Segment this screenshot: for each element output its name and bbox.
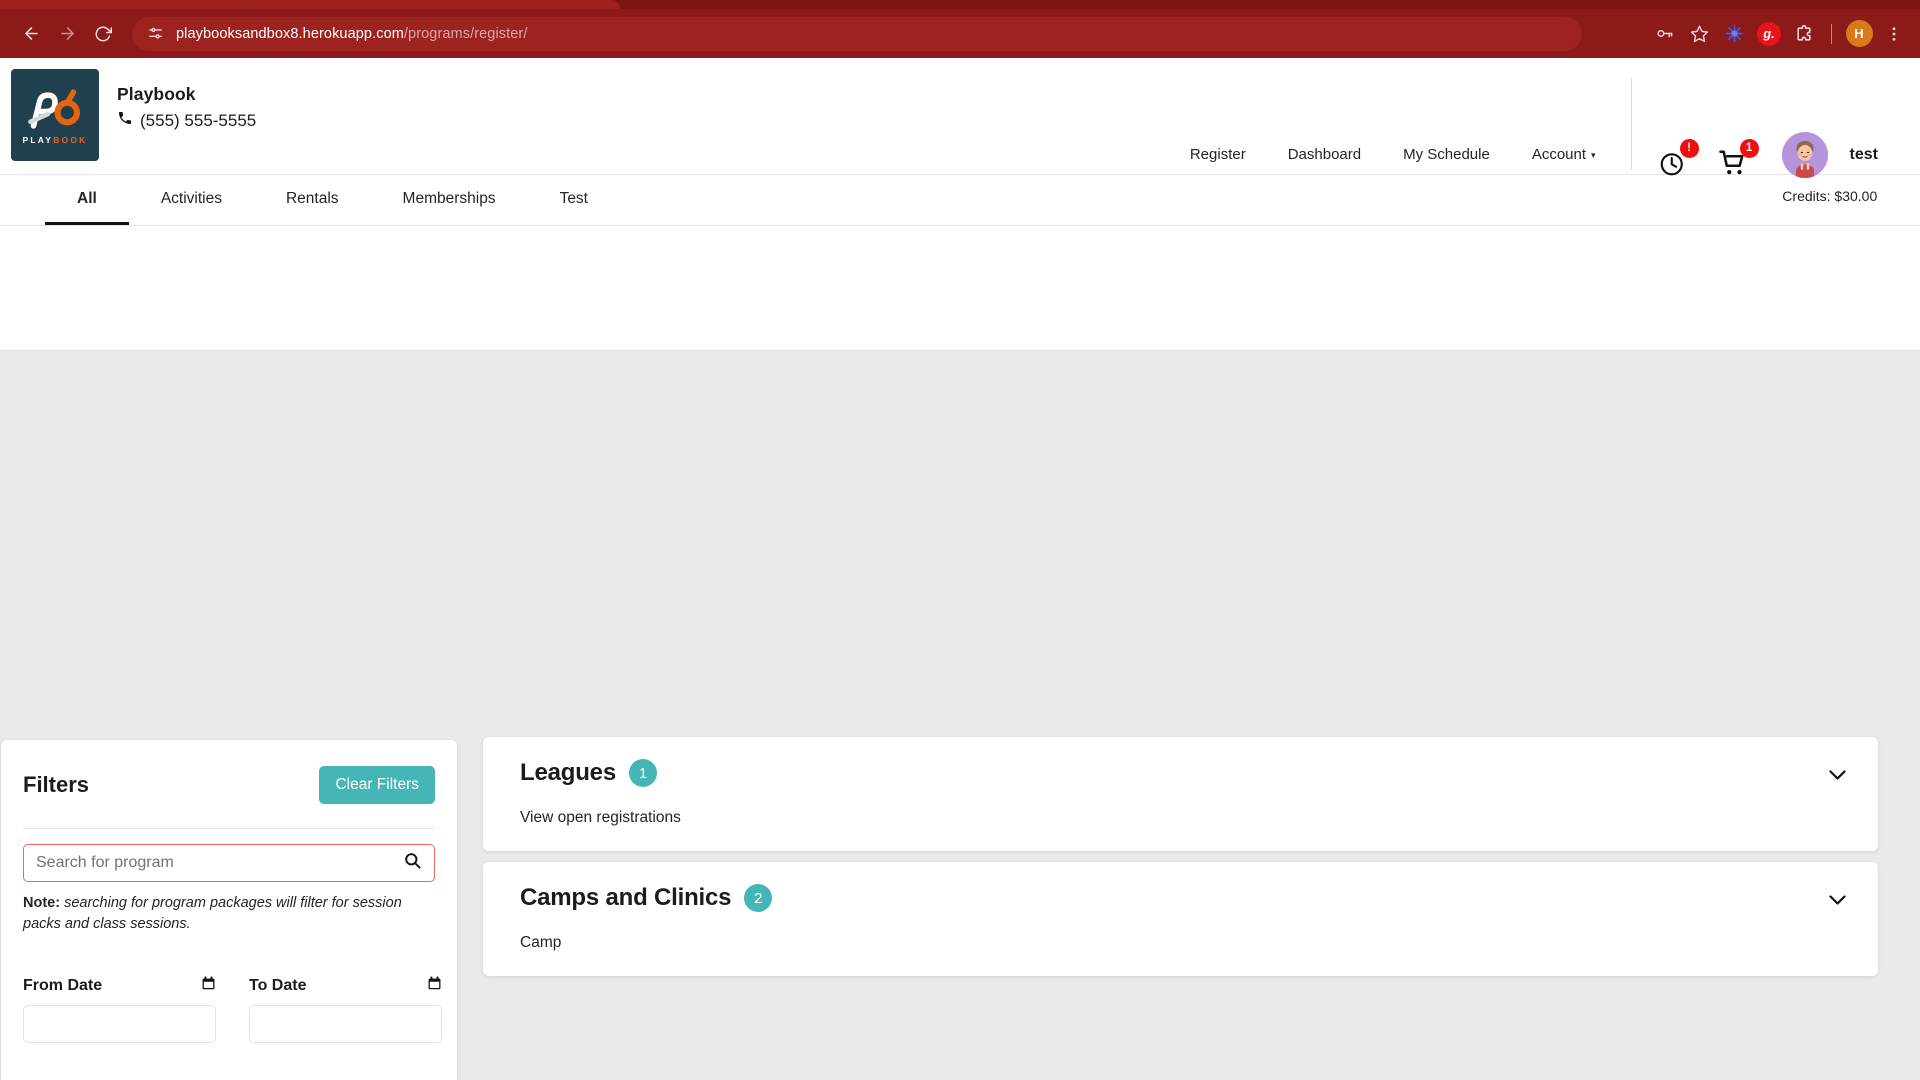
nav-link-register[interactable]: Register <box>1169 146 1267 163</box>
available-programs-bar: Available Programs Viewing programs for:… <box>0 226 1920 539</box>
playbook-wordmark: PLAYBOOK <box>22 134 88 145</box>
from-date-group: From Date <box>23 975 216 1044</box>
profile-avatar-icon[interactable]: H <box>1843 18 1875 50</box>
search-note: Note: searching for program packages wil… <box>23 893 435 935</box>
browser-tab-strip <box>0 0 1920 9</box>
program-card-leagues[interactable]: Leagues 1 View open registrations <box>483 737 1878 851</box>
site-header: PLAYBOOK Playbook (555) 555-5555 Registe… <box>0 58 1920 204</box>
search-icon[interactable] <box>403 851 422 875</box>
main-content: Filters Clear Filters Note: searching fo… <box>0 351 1920 1080</box>
search-program-box[interactable] <box>23 844 435 882</box>
from-date-input[interactable] <box>23 1005 216 1044</box>
calendar-icon[interactable] <box>201 975 216 996</box>
search-note-bold: Note: <box>23 895 61 911</box>
filters-divider <box>23 828 435 829</box>
clock-badge: ! <box>1679 139 1699 158</box>
user-row: test <box>1781 132 1878 178</box>
date-filter-row: From Date To Date <box>23 975 442 1044</box>
nav-link-account[interactable]: Account ▾ <box>1511 146 1617 163</box>
card-subtitle: Camp <box>520 934 562 951</box>
playbook-logo[interactable]: PLAYBOOK <box>11 69 99 161</box>
filters-panel: Filters Clear Filters Note: searching fo… <box>1 740 457 1080</box>
browser-chrome: playbooksandbox8.herokuapp.com/programs/… <box>0 0 1920 58</box>
card-title-row: Leagues 1 <box>520 759 1848 787</box>
three-dot-menu-icon[interactable] <box>1878 18 1910 50</box>
chevron-down-icon[interactable] <box>1829 892 1846 909</box>
card-title-row: Camps and Clinics 2 <box>520 884 1848 912</box>
tab-all[interactable]: All <box>45 175 129 225</box>
search-note-text: searching for program packages will filt… <box>23 895 402 933</box>
header-nav: Register Dashboard My Schedule Account ▾ … <box>1169 58 1920 204</box>
url-text: playbooksandbox8.herokuapp.com/programs/… <box>176 25 528 42</box>
header-icon-cluster: ! 1 <box>1658 139 1759 178</box>
program-category-list: Leagues 1 View open registrations Camps … <box>483 737 1878 976</box>
nav-link-my-schedule[interactable]: My Schedule <box>1382 146 1511 163</box>
clear-filters-button[interactable]: Clear Filters <box>319 766 435 804</box>
phone-icon <box>117 110 133 131</box>
address-bar[interactable]: playbooksandbox8.herokuapp.com/programs/… <box>132 16 1582 51</box>
to-date-header: To Date <box>249 975 442 996</box>
card-title: Camps and Clinics <box>520 884 732 911</box>
forward-arrow-icon[interactable] <box>50 17 84 51</box>
chevron-down-icon: ▾ <box>1591 149 1596 160</box>
program-card-camps-and-clinics[interactable]: Camps and Clinics 2 Camp <box>483 862 1878 976</box>
filters-title: Filters <box>23 772 90 797</box>
to-date-label: To Date <box>249 976 307 994</box>
playbook-logo-mark <box>28 88 81 129</box>
card-count-badge: 1 <box>628 759 657 787</box>
reload-icon[interactable] <box>86 17 120 51</box>
brand-block: Playbook (555) 555-5555 <box>117 84 256 131</box>
user-avatar[interactable] <box>1781 132 1828 178</box>
profile-initial: H <box>1845 20 1873 47</box>
site-settings-icon[interactable] <box>144 23 166 45</box>
from-date-header: From Date <box>23 975 216 996</box>
active-browser-tab[interactable] <box>0 0 620 9</box>
cart-badge: 1 <box>1739 139 1759 158</box>
header-nav-links: Register Dashboard My Schedule Account ▾ <box>1169 146 1617 163</box>
tab-test[interactable]: Test <box>528 175 620 225</box>
back-arrow-icon[interactable] <box>14 17 48 51</box>
puzzle-extension-icon[interactable] <box>1788 18 1820 50</box>
card-count-badge: 2 <box>744 884 773 912</box>
card-title: Leagues <box>520 759 616 786</box>
to-date-input[interactable] <box>249 1005 442 1044</box>
tab-memberships[interactable]: Memberships <box>371 175 528 225</box>
to-date-group: To Date <box>249 975 442 1044</box>
browser-toolbar: playbooksandbox8.herokuapp.com/programs/… <box>0 9 1920 58</box>
header-divider <box>1630 78 1632 170</box>
asterisk-extension-icon[interactable] <box>1718 18 1750 50</box>
search-input[interactable] <box>36 854 403 872</box>
nav-link-dashboard[interactable]: Dashboard <box>1267 146 1382 163</box>
g-extension-icon[interactable]: g. <box>1753 18 1785 50</box>
toolbar-divider <box>1831 23 1832 44</box>
filters-header: Filters Clear Filters <box>23 766 435 804</box>
star-icon[interactable] <box>1683 18 1715 50</box>
clock-pending-icon[interactable]: ! <box>1658 139 1699 178</box>
chevron-down-icon[interactable] <box>1829 767 1846 784</box>
username: test <box>1849 146 1878 163</box>
brand-name: Playbook <box>117 84 196 104</box>
credits-amount: Credits: $30.00 <box>1782 188 1878 204</box>
tab-activities[interactable]: Activities <box>129 175 254 225</box>
program-tab-bar: All Activities Rentals Memberships Test <box>0 175 1920 226</box>
tab-rentals[interactable]: Rentals <box>254 175 371 225</box>
from-date-label: From Date <box>23 976 103 994</box>
shopping-cart-icon[interactable]: 1 <box>1718 139 1759 178</box>
calendar-icon[interactable] <box>427 975 442 996</box>
g-extension-badge: g. <box>1757 21 1781 46</box>
phone-number: (555) 555-5555 <box>140 110 257 130</box>
brand-phone: (555) 555-5555 <box>117 110 256 131</box>
key-icon[interactable] <box>1648 18 1680 50</box>
toolbar-right-cluster: g. H <box>1648 9 1910 58</box>
user-block: test Credits: $30.00 <box>1781 132 1878 204</box>
card-subtitle: View open registrations <box>520 809 681 826</box>
